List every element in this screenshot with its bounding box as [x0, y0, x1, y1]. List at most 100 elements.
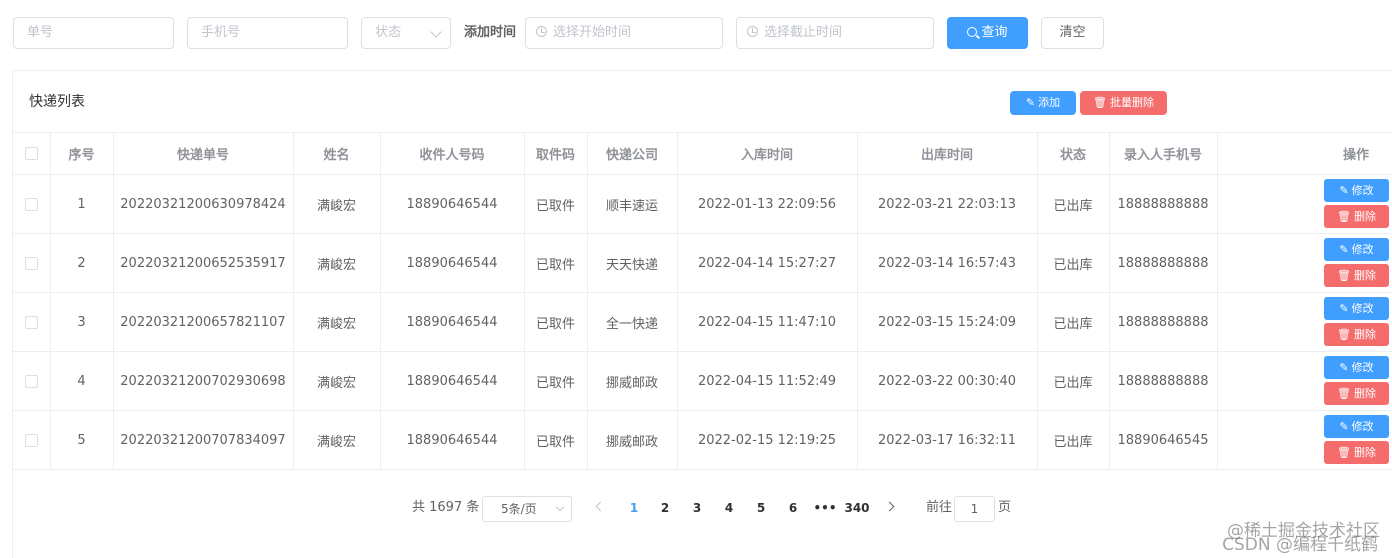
- row-checkbox[interactable]: [24, 315, 38, 329]
- batch-delete-button[interactable]: 🗑 批量删除: [1080, 91, 1167, 115]
- row-checkbox[interactable]: [24, 256, 38, 270]
- edit-button[interactable]: ✎ 修改: [1324, 356, 1389, 379]
- courier-cell: 挪威邮政: [587, 351, 678, 411]
- clear-button[interactable]: 清空: [1041, 17, 1104, 49]
- page-size-value: 5条/页: [501, 502, 537, 516]
- clock-icon: [747, 26, 758, 37]
- row-checkbox[interactable]: [24, 197, 38, 211]
- page-number-340[interactable]: 340: [843, 496, 871, 520]
- index-cell: 4: [50, 351, 114, 411]
- batch-delete-label: 批量删除: [1109, 96, 1154, 109]
- next-page-icon[interactable]: [884, 501, 895, 512]
- edit-icon: ✎: [1339, 302, 1349, 315]
- page-number-6[interactable]: 6: [779, 496, 807, 520]
- page-ellipsis[interactable]: •••: [811, 496, 839, 520]
- order-number-input[interactable]: 单号: [13, 17, 174, 49]
- tracking-number-cell: 20220321200707834097: [113, 410, 294, 470]
- table-row: 3 20220321200657821107 满峻宏 18890646544 已取件 全一…: [13, 292, 1392, 352]
- prev-page-icon[interactable]: [595, 501, 606, 512]
- start-time-picker[interactable]: 选择开始时间: [525, 17, 723, 49]
- page-number-5[interactable]: 5: [747, 496, 775, 520]
- edit-icon: ✎: [1339, 361, 1349, 374]
- page-size-select[interactable]: 5条/页: [482, 496, 572, 522]
- delete-button[interactable]: 🗑 删除: [1324, 264, 1389, 287]
- page-number-4[interactable]: 4: [715, 496, 743, 520]
- recipient-phone-cell: 18890646544: [380, 233, 525, 293]
- index-cell: 5: [50, 410, 114, 470]
- end-time-picker[interactable]: 选择截止时间: [736, 17, 934, 49]
- status-select[interactable]: 状态: [361, 17, 451, 49]
- delete-button[interactable]: 🗑 删除: [1324, 382, 1389, 405]
- add-time-label: 添加时间: [464, 25, 517, 40]
- entered-by-phone-cell: 18888888888: [1109, 174, 1218, 234]
- entered-by-phone-cell: 18888888888: [1109, 233, 1218, 293]
- in-time-cell: 2022-01-13 22:09:56: [677, 174, 858, 234]
- status-cell: 已出库: [1037, 410, 1110, 470]
- actions-cell: ✎ 修改 🗑 删除: [1217, 233, 1392, 293]
- status-select-placeholder: 状态: [375, 25, 402, 40]
- recipient-phone-cell: 18890646544: [380, 174, 525, 234]
- table-header-row: 序号 快递单号 姓名 收件人号码 取件码 快递公司 入库时间 出库时间 状态 录…: [13, 132, 1392, 175]
- edit-icon: ✎: [1025, 96, 1036, 109]
- pickup-code-cell: 已取件: [524, 233, 588, 293]
- delete-button[interactable]: 🗑 删除: [1324, 205, 1389, 228]
- status-cell: 已出库: [1037, 174, 1110, 234]
- page-number-3[interactable]: 3: [683, 496, 711, 520]
- recipient-phone-cell: 18890646544: [380, 351, 525, 411]
- edit-button-label: 修改: [1351, 243, 1374, 256]
- out-time-cell: 2022-03-21 22:03:13: [857, 174, 1038, 234]
- entered-by-phone-cell: 18888888888: [1109, 292, 1218, 352]
- header-entered-by-phone: 录入人手机号: [1109, 132, 1218, 175]
- out-time-cell: 2022-03-22 00:30:40: [857, 351, 1038, 411]
- query-button[interactable]: 查询: [947, 17, 1028, 49]
- edit-button[interactable]: ✎ 修改: [1324, 297, 1389, 320]
- page-number-2[interactable]: 2: [651, 496, 679, 520]
- courier-cell: 天天快递: [587, 233, 678, 293]
- edit-button[interactable]: ✎ 修改: [1324, 179, 1389, 202]
- select-all-checkbox[interactable]: [24, 147, 38, 160]
- tracking-number-cell: 20220321200702930698: [113, 351, 294, 411]
- express-list-card: 快递列表 ✎ 添加 🗑 批量删除 序号 快递单号 姓名 收件人号码 取件码 快递公司…: [12, 70, 1392, 558]
- phone-input[interactable]: 手机号: [187, 17, 348, 49]
- header-name: 姓名: [293, 132, 381, 175]
- add-button-label: 添加: [1038, 96, 1061, 109]
- trash-icon: 🗑: [1337, 328, 1351, 341]
- index-cell: 2: [50, 233, 114, 293]
- edit-button[interactable]: ✎ 修改: [1324, 415, 1389, 438]
- tracking-number-cell: 20220321200652535917: [113, 233, 294, 293]
- chevron-down-icon: [430, 26, 442, 38]
- watermark-csdn: CSDN @编程千纸鹤: [1222, 535, 1378, 555]
- in-time-cell: 2022-04-15 11:47:10: [677, 292, 858, 352]
- row-select-cell: [13, 233, 51, 293]
- delete-button[interactable]: 🗑 删除: [1324, 441, 1389, 464]
- tracking-number-cell: 20220321200630978424: [113, 174, 294, 234]
- index-cell: 3: [50, 292, 114, 352]
- courier-cell: 顺丰速运: [587, 174, 678, 234]
- row-checkbox[interactable]: [24, 433, 38, 447]
- name-cell: 满峻宏: [293, 410, 381, 470]
- goto-page-input[interactable]: 1: [954, 496, 995, 522]
- header-pickup-code: 取件码: [524, 132, 588, 175]
- edit-icon: ✎: [1339, 420, 1349, 433]
- pickup-code-cell: 已取件: [524, 292, 588, 352]
- edit-button-label: 修改: [1351, 420, 1374, 433]
- edit-button[interactable]: ✎ 修改: [1324, 238, 1389, 261]
- add-button[interactable]: ✎ 添加: [1010, 91, 1076, 115]
- edit-icon: ✎: [1339, 243, 1349, 256]
- delete-button-label: 删除: [1353, 269, 1376, 282]
- page-number-1[interactable]: 1: [620, 496, 648, 520]
- delete-button-label: 删除: [1353, 328, 1376, 341]
- actions-cell: ✎ 修改 🗑 删除: [1217, 292, 1392, 352]
- courier-cell: 挪威邮政: [587, 410, 678, 470]
- delete-button[interactable]: 🗑 删除: [1324, 323, 1389, 346]
- pagination: 共 1697 条 5条/页 1 2 3 4 5 6 ••• 340 前往 1 页: [0, 490, 1392, 526]
- row-checkbox[interactable]: [24, 374, 38, 388]
- entered-by-phone-cell: 18890646545: [1109, 410, 1218, 470]
- header-out-time: 出库时间: [857, 132, 1038, 175]
- row-select-cell: [13, 292, 51, 352]
- table-body: 1 20220321200630978424 满峻宏 18890646544 已取件 顺丰…: [13, 174, 1392, 470]
- query-button-label: 查询: [981, 25, 1008, 40]
- in-time-cell: 2022-04-15 11:52:49: [677, 351, 858, 411]
- out-time-cell: 2022-03-17 16:32:11: [857, 410, 1038, 470]
- start-time-placeholder: 选择开始时间: [553, 25, 632, 40]
